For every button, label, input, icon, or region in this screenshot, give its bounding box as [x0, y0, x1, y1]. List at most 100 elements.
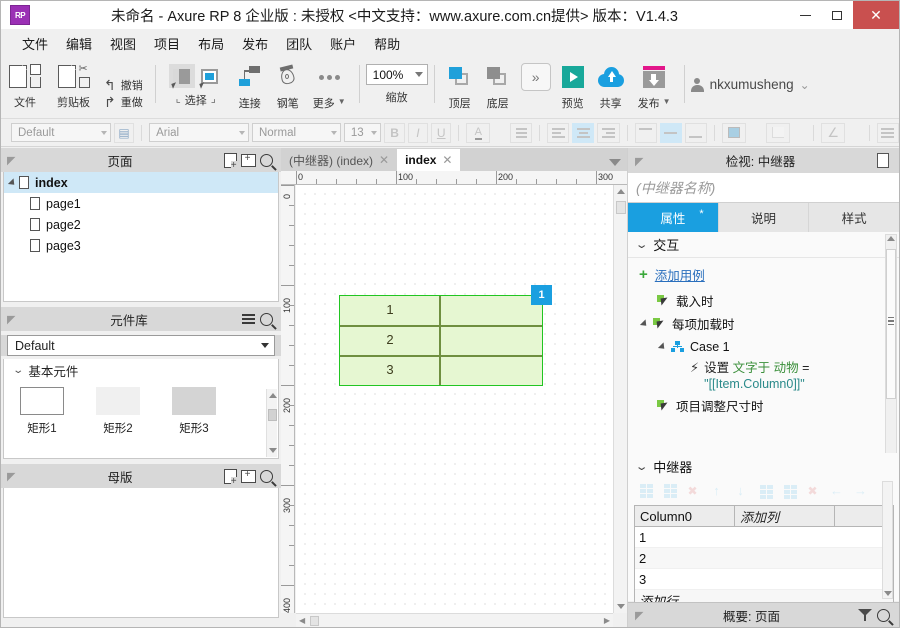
canvas-horizontal-scrollbar[interactable]: ◀ ▶	[296, 613, 613, 627]
shadow-button[interactable]	[765, 122, 790, 143]
repeater-widget[interactable]: 1 2 3 1	[339, 285, 552, 386]
zoom-select[interactable]: 100%	[365, 64, 428, 85]
menu-item-view[interactable]: 视图	[101, 31, 145, 56]
menu-item-file[interactable]: 文件	[13, 31, 57, 56]
scroll-down-arrow-icon[interactable]	[617, 604, 625, 609]
widget-item-rect2[interactable]: 矩形2	[94, 387, 142, 436]
undo-button[interactable]: ↰ 撤销	[104, 77, 143, 94]
redo-button[interactable]: ↱ 重做	[104, 94, 143, 111]
scroll-up-arrow-icon[interactable]	[887, 236, 895, 241]
bold-button[interactable]: B	[384, 122, 405, 143]
widget-library-select[interactable]: Default	[7, 335, 275, 356]
align-center-button[interactable]	[572, 122, 595, 143]
insert-column-right-icon[interactable]	[781, 484, 797, 499]
masters-list[interactable]	[3, 488, 279, 618]
page-tree-item-page2[interactable]: page2	[24, 214, 278, 235]
valign-bottom-button[interactable]	[684, 122, 707, 143]
more-tools[interactable]: 更多 ▼	[306, 57, 353, 111]
style-select[interactable]: Default	[11, 123, 111, 142]
font-color-chevron-down-icon[interactable]	[493, 123, 507, 143]
scroll-down-arrow-icon[interactable]	[269, 448, 277, 453]
scroll-right-arrow-icon[interactable]: ▶	[604, 616, 610, 625]
menu-item-layout[interactable]: 布局	[189, 31, 233, 56]
event-item-resize[interactable]: 项目调整尺寸时	[628, 394, 899, 417]
share-button[interactable]: 共享	[591, 57, 631, 111]
move-column-left-icon[interactable]: ←	[829, 484, 844, 498]
menu-item-help[interactable]: 帮助	[365, 31, 409, 56]
repeater-data-grid[interactable]: Column0 添加列 1 2 3 添加行	[634, 505, 894, 612]
masters-search-button[interactable]	[257, 467, 275, 485]
maximize-button[interactable]	[821, 1, 853, 29]
add-master-folder-button[interactable]	[239, 467, 257, 485]
bring-to-front-button[interactable]: 顶层	[441, 57, 479, 111]
repeater-section-header[interactable]: ⌄ 中继器	[628, 453, 899, 479]
scrollbar-thumb[interactable]	[268, 409, 277, 421]
menu-item-account[interactable]: 账户	[321, 31, 365, 56]
scroll-up-arrow-icon[interactable]	[269, 393, 277, 398]
canvas-vscroll-thumb[interactable]	[616, 201, 626, 214]
user-account-button[interactable]: nkxumusheng ⌄	[690, 77, 810, 92]
pages-collapse-icon[interactable]: ◤	[7, 154, 19, 167]
close-button[interactable]: ✕	[853, 1, 899, 29]
move-row-down-icon[interactable]: ↓	[733, 484, 748, 498]
valign-middle-button[interactable]	[659, 122, 682, 143]
scroll-left-arrow-icon[interactable]: ◀	[299, 616, 305, 625]
connect-tool[interactable]: 连接	[230, 57, 270, 111]
fill-color-button[interactable]	[721, 122, 746, 143]
move-column-right-icon[interactable]: →	[853, 484, 868, 498]
save-icon[interactable]	[30, 64, 41, 75]
expand-triangle-icon[interactable]	[639, 318, 650, 329]
publish-button[interactable]: 发布 ▼	[631, 57, 678, 111]
insert-row-above-icon[interactable]	[637, 484, 653, 498]
masters-collapse-icon[interactable]: ◤	[7, 470, 19, 483]
ribbon-overflow-button[interactable]: »	[520, 63, 551, 91]
menu-item-project[interactable]: 项目	[145, 31, 189, 56]
repeater-name-input[interactable]: (中继器名称)	[628, 173, 899, 203]
widget-item-rect1[interactable]: 矩形1	[18, 387, 66, 436]
menu-item-team[interactable]: 团队	[277, 31, 321, 56]
canvas-hscroll-thumb[interactable]	[310, 616, 319, 626]
expand-triangle-icon[interactable]	[657, 341, 668, 352]
bullet-list-button[interactable]	[510, 122, 533, 143]
widget-item-rect3[interactable]: 矩形3	[170, 387, 218, 436]
underline-button[interactable]: U	[431, 122, 452, 143]
font-family-select[interactable]: Arial	[149, 123, 249, 142]
add-page-button[interactable]	[221, 151, 239, 170]
interactions-section-header[interactable]: ⌄ 交互	[628, 232, 899, 258]
repeater-grid-row[interactable]: 3	[635, 569, 893, 590]
inspector-collapse-icon[interactable]: ◤	[635, 155, 647, 168]
tab-notes[interactable]: 说明	[719, 203, 810, 232]
outline-search-button[interactable]	[874, 606, 892, 624]
scroll-up-arrow-icon[interactable]	[617, 189, 625, 194]
copy-icon[interactable]	[78, 77, 90, 88]
italic-button[interactable]: I	[407, 122, 429, 143]
menu-item-edit[interactable]: 编辑	[57, 31, 101, 56]
design-canvas[interactable]: 1 2 3 1	[296, 185, 613, 613]
event-each-item-load[interactable]: 每项加载时	[628, 312, 899, 335]
page-tree-item-page3[interactable]: page3	[24, 235, 278, 256]
widgets-menu-button[interactable]	[239, 310, 257, 328]
line-style-button[interactable]: ∠	[821, 122, 846, 143]
tab-close-icon[interactable]: ✕	[442, 153, 452, 167]
pages-search-button[interactable]	[257, 151, 275, 169]
repeater-grid-row[interactable]: 1	[635, 527, 893, 548]
font-weight-select[interactable]: Normal	[251, 123, 341, 142]
move-row-up-icon[interactable]: ↑	[709, 484, 724, 498]
send-to-back-button[interactable]: 底层	[479, 57, 517, 111]
shadow-chevron-down-icon[interactable]	[793, 123, 807, 143]
insert-column-left-icon[interactable]	[757, 484, 773, 499]
fill-chevron-down-icon[interactable]	[749, 123, 763, 143]
font-color-button[interactable]: A	[466, 122, 491, 143]
preview-button[interactable]: 预览	[555, 57, 591, 111]
add-case-link[interactable]: 添加用例	[655, 265, 705, 284]
event-onload[interactable]: 载入时	[628, 289, 899, 312]
tab-close-icon[interactable]: ✕	[379, 153, 389, 167]
add-folder-button[interactable]	[239, 151, 257, 169]
tab-properties[interactable]: 属性 *	[628, 203, 719, 232]
minimize-button[interactable]	[789, 1, 821, 29]
open-folder-icon[interactable]	[30, 77, 41, 88]
select-mode-button[interactable]	[168, 64, 195, 89]
tab-style[interactable]: 样式	[809, 203, 899, 232]
line-chevron-down-icon[interactable]	[848, 123, 862, 143]
insert-row-below-icon[interactable]	[661, 484, 677, 498]
